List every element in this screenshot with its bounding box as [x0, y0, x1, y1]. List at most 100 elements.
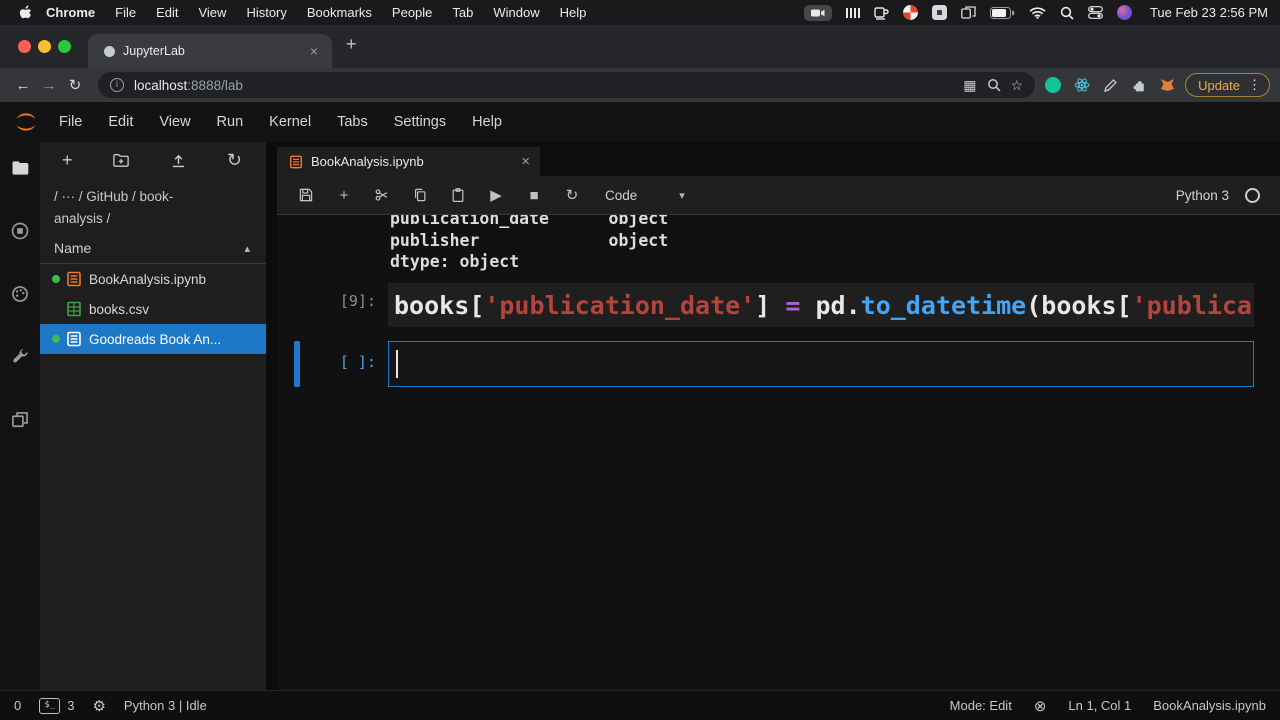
notifications-count[interactable]: 0 — [14, 698, 21, 713]
notebook-tab[interactable]: BookAnalysis.ipynb × — [277, 147, 540, 176]
extensions-puzzle-icon[interactable] — [1131, 77, 1147, 93]
browser-tab[interactable]: JupyterLab × — [88, 34, 332, 68]
browser-menu-icon[interactable]: ⋮ — [1248, 77, 1261, 93]
jl-menu-edit[interactable]: Edit — [95, 114, 146, 130]
interrupt-kernel-button[interactable]: ■ — [515, 187, 553, 204]
kernel-status-text[interactable]: Python 3 | Idle — [124, 698, 207, 713]
zoom-icon[interactable] — [987, 78, 1001, 92]
open-tabs-tab-icon[interactable] — [10, 410, 30, 430]
forward-icon[interactable]: → — [36, 77, 62, 94]
apple-logo-icon[interactable] — [18, 5, 32, 21]
new-folder-button[interactable] — [112, 152, 130, 168]
fox-extension-icon[interactable] — [1160, 78, 1175, 92]
screen-record-indicator-icon[interactable] — [804, 5, 832, 21]
recorder-app-icon[interactable] — [903, 5, 918, 20]
menubar-clock[interactable]: Tue Feb 23 2:56 PM — [1150, 5, 1268, 20]
pen-extension-icon[interactable] — [1103, 78, 1118, 93]
file-row-goodreads[interactable]: Goodreads Book An... — [40, 324, 266, 354]
zoom-window-button[interactable] — [58, 40, 71, 53]
jl-menu-view[interactable]: View — [146, 114, 203, 130]
chevron-down-icon[interactable]: ▾ — [679, 189, 685, 202]
stage-manager-icon[interactable] — [961, 6, 976, 19]
utility-app-icon[interactable] — [932, 5, 947, 20]
file-browser-tab-icon[interactable] — [10, 158, 30, 178]
menu-view[interactable]: View — [188, 5, 236, 20]
paste-cell-button[interactable] — [439, 187, 477, 203]
close-window-button[interactable] — [18, 40, 31, 53]
restart-kernel-button[interactable]: ↻ — [553, 186, 591, 204]
reload-icon[interactable]: ↻ — [62, 76, 88, 94]
file-list-header[interactable]: Name ▴ — [40, 232, 266, 264]
tab-close-icon[interactable]: × — [306, 43, 322, 59]
terminal-count: 3 — [67, 698, 74, 713]
run-cell-button[interactable]: ▶ — [477, 186, 515, 204]
menu-app-name[interactable]: Chrome — [36, 5, 105, 20]
menu-history[interactable]: History — [236, 5, 296, 20]
battery-icon[interactable] — [990, 7, 1015, 19]
commands-palette-tab-icon[interactable] — [10, 284, 30, 304]
jl-menu-help[interactable]: Help — [459, 114, 515, 130]
gear-icon[interactable]: ⚙ — [92, 697, 105, 715]
mode-indicator[interactable]: Mode: Edit — [950, 698, 1012, 713]
menu-bookmarks[interactable]: Bookmarks — [297, 5, 382, 20]
siri-icon[interactable] — [1117, 5, 1132, 20]
name-column-header[interactable]: Name — [54, 240, 91, 256]
jl-menu-kernel[interactable]: Kernel — [256, 114, 324, 130]
running-kernels-tab-icon[interactable] — [10, 221, 30, 241]
back-icon[interactable]: ← — [10, 77, 36, 94]
jl-menu-settings[interactable]: Settings — [381, 114, 459, 130]
file-name: books.csv — [89, 302, 149, 317]
file-row-bookscsv[interactable]: books.csv — [40, 294, 266, 324]
add-cell-button[interactable]: + — [325, 187, 363, 204]
site-info-icon[interactable]: i — [110, 78, 124, 92]
kernel-name-button[interactable]: Python 3 — [1176, 188, 1229, 203]
copy-cell-button[interactable] — [401, 187, 439, 203]
menu-tab[interactable]: Tab — [442, 5, 483, 20]
breadcrumb[interactable]: / ··· / GitHub / book-analysis / — [40, 178, 222, 232]
jl-menu-run[interactable]: Run — [204, 114, 257, 130]
kernel-indicator-icon[interactable]: ⊗ — [1034, 697, 1047, 715]
bookmark-star-icon[interactable]: ☆ — [1011, 77, 1024, 94]
menu-file[interactable]: File — [105, 5, 146, 20]
menu-edit[interactable]: Edit — [146, 5, 188, 20]
active-cell-indicator[interactable] — [294, 341, 300, 387]
cell-output-text: publication_date object publisher object… — [390, 215, 668, 273]
code-cell-active-empty[interactable]: [ ]: — [277, 341, 1280, 387]
cut-cell-button[interactable] — [363, 187, 401, 203]
upload-button[interactable] — [170, 152, 187, 169]
wifi-icon[interactable] — [1029, 7, 1046, 19]
panel-splitter[interactable] — [266, 142, 277, 690]
jl-menu-file[interactable]: File — [46, 114, 95, 130]
window-manager-icon[interactable] — [846, 8, 860, 18]
reading-mode-icon[interactable]: ▦ — [963, 77, 976, 94]
coffee-app-icon[interactable] — [874, 6, 889, 20]
active-code-editor[interactable] — [388, 341, 1254, 387]
grammarly-extension-icon[interactable] — [1045, 77, 1061, 93]
cursor-position[interactable]: Ln 1, Col 1 — [1068, 698, 1131, 713]
chrome-update-button[interactable]: Update ⋮ — [1185, 73, 1270, 97]
address-bar[interactable]: i localhost:8888/lab ▦ ☆ — [98, 72, 1035, 98]
code-editor[interactable]: books['publication_date'] = pd.to_dateti… — [388, 283, 1254, 327]
new-launcher-button[interactable]: + — [62, 150, 73, 171]
cell-type-dropdown[interactable]: Code — [605, 188, 637, 203]
minimize-window-button[interactable] — [38, 40, 51, 53]
code-cell-executed[interactable]: [9]: books['publication_date'] = pd.to_d… — [277, 283, 1280, 327]
menu-people[interactable]: People — [382, 5, 442, 20]
notebook-content[interactable]: publication_date object publisher object… — [277, 215, 1280, 690]
save-button[interactable] — [287, 187, 325, 203]
spotlight-search-icon[interactable] — [1060, 6, 1074, 20]
control-center-icon[interactable] — [1088, 6, 1103, 19]
active-file-name[interactable]: BookAnalysis.ipynb — [1153, 698, 1266, 713]
url-text[interactable]: localhost:8888/lab — [134, 78, 953, 93]
atom-extension-icon[interactable] — [1074, 77, 1090, 93]
kernel-status-icon[interactable] — [1245, 188, 1260, 203]
menu-help[interactable]: Help — [550, 5, 597, 20]
property-inspector-tab-icon[interactable] — [10, 347, 30, 367]
refresh-file-list-button[interactable]: ↻ — [227, 150, 242, 171]
menu-window[interactable]: Window — [483, 5, 549, 20]
terminals-indicator[interactable]: $_ 3 — [39, 698, 74, 714]
new-tab-button[interactable]: + — [346, 34, 357, 55]
notebook-tab-close-icon[interactable]: × — [521, 153, 530, 170]
file-row-bookanalysis[interactable]: BookAnalysis.ipynb — [40, 264, 266, 294]
jl-menu-tabs[interactable]: Tabs — [324, 114, 381, 130]
